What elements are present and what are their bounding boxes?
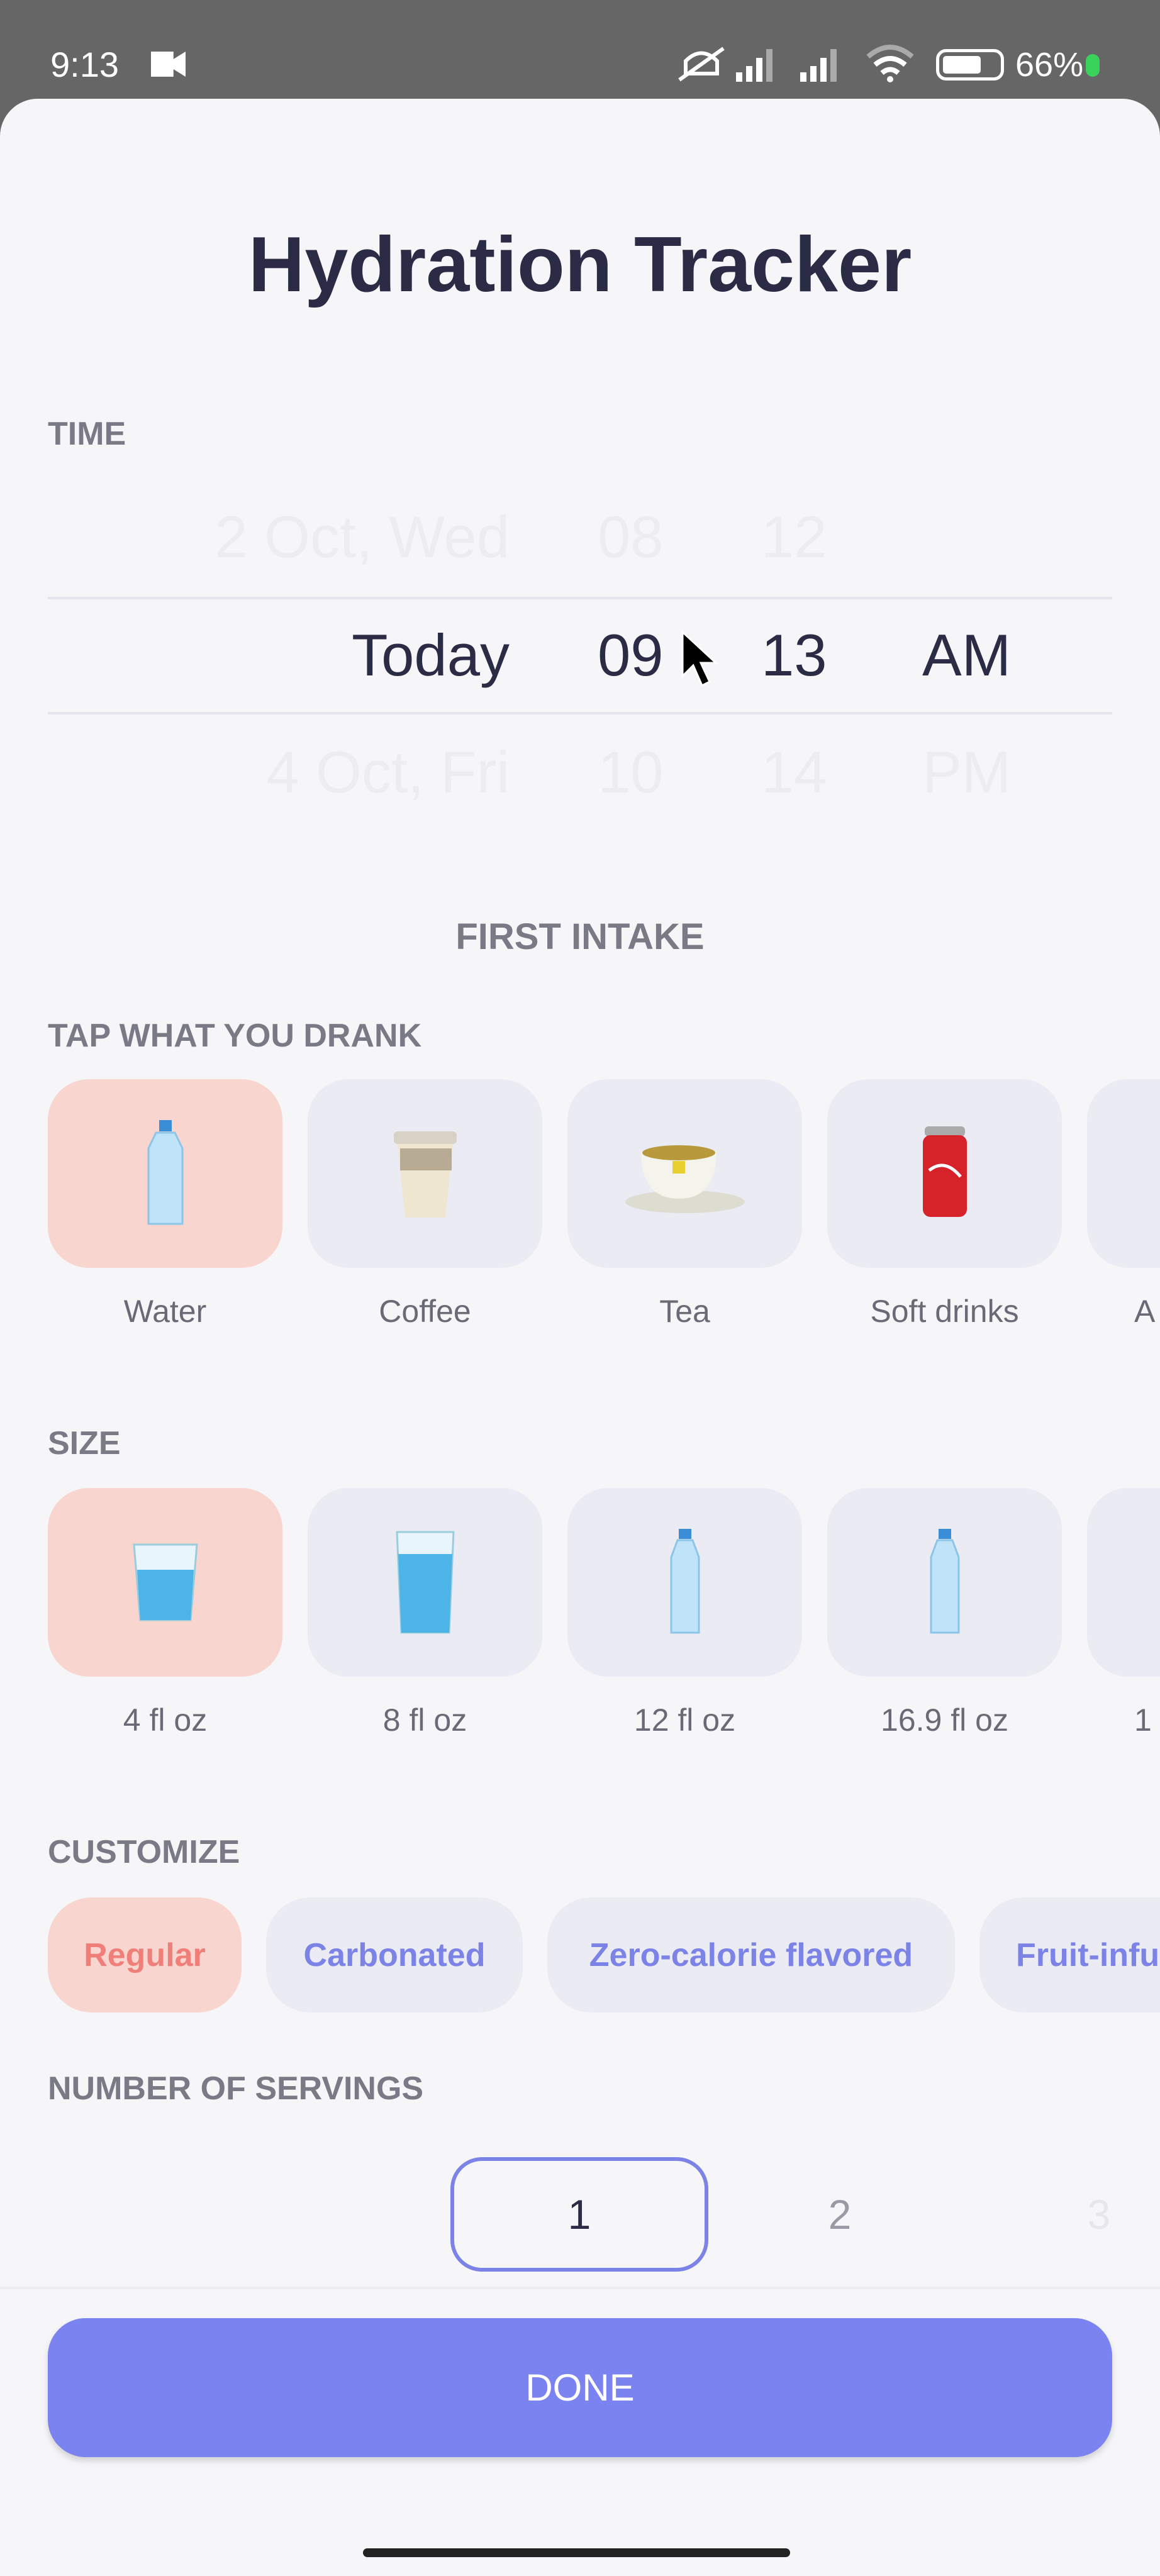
size-item-12oz[interactable]: 12 fl oz <box>567 1488 802 1738</box>
mouse-cursor-icon <box>681 630 718 687</box>
period-selected[interactable]: AM <box>922 621 1011 689</box>
mute-icon <box>678 47 725 82</box>
wifi-icon <box>866 45 914 82</box>
customize-label: CUSTOMIZE <box>48 1834 240 1870</box>
minute-next[interactable]: 14 <box>761 738 827 806</box>
drink-label-text: Water <box>123 1294 207 1329</box>
size-item-16-9oz[interactable]: 16.9 fl oz <box>827 1488 1062 1738</box>
signal-icon <box>736 49 772 82</box>
servings-option[interactable]: 3 <box>1088 2190 1111 2238</box>
video-camera-icon <box>151 52 186 77</box>
drink-label-text: Tea <box>659 1294 710 1329</box>
status-bar: 9:13 66% <box>0 0 1160 99</box>
tall-glass-icon <box>395 1531 455 1634</box>
drink-item-water[interactable]: Water <box>48 1079 282 1330</box>
intake-heading: FIRST INTAKE <box>455 916 705 957</box>
date-next[interactable]: 4 Oct, Fri <box>267 738 510 806</box>
drink-item-tea[interactable]: Tea <box>567 1079 802 1330</box>
customize-chips: Regular Carbonated Zero-calorie flavored… <box>0 1897 1160 2012</box>
minute-selected[interactable]: 13 <box>761 621 827 689</box>
soda-can-icon <box>922 1126 967 1217</box>
hour-selected[interactable]: 09 <box>598 621 664 689</box>
size-label-text: 8 fl oz <box>382 1702 467 1738</box>
size-label: SIZE <box>48 1425 121 1462</box>
servings-picker[interactable]: 1 2 3 <box>0 2151 1160 2277</box>
size-item-4oz[interactable]: 4 fl oz <box>48 1488 282 1738</box>
drink-item-partial[interactable]: A <box>1087 1079 1160 1330</box>
size-label-text: 12 fl oz <box>633 1702 736 1738</box>
coffee-cup-icon <box>393 1131 457 1218</box>
small-glass-icon <box>132 1543 198 1621</box>
size-item-8oz[interactable]: 8 fl oz <box>308 1488 542 1738</box>
water-bottle-icon <box>147 1120 183 1225</box>
signal-icon <box>800 49 837 82</box>
bottle-icon <box>930 1529 959 1634</box>
tea-cup-icon <box>625 1145 745 1213</box>
size-label-text: 4 fl oz <box>123 1702 208 1738</box>
done-button[interactable]: DONE <box>48 2318 1112 2457</box>
drink-item-soft-drinks[interactable]: Soft drinks <box>827 1079 1062 1330</box>
chip-regular[interactable]: Regular <box>48 1897 242 2012</box>
chip-zero-calorie[interactable]: Zero-calorie flavored <box>547 1897 955 2012</box>
drink-label-text: Soft drinks <box>870 1294 1019 1329</box>
date-selected[interactable]: Today <box>352 621 510 689</box>
battery-icon <box>936 49 1004 80</box>
chip-fruit-infused[interactable]: Fruit-infu <box>979 1897 1160 2012</box>
size-label-text: 1 <box>1134 1702 1152 1738</box>
time-label: TIME <box>48 416 126 452</box>
status-time: 9:13 <box>50 45 119 84</box>
drink-label-text: Coffee <box>379 1294 471 1329</box>
privacy-dot-icon <box>1086 54 1100 77</box>
servings-label: NUMBER OF SERVINGS <box>48 2070 424 2107</box>
servings-selected[interactable]: 1 <box>568 2190 591 2238</box>
date-prev[interactable]: 2 Oct, Wed <box>215 503 510 571</box>
picker-divider <box>48 712 1112 714</box>
size-list: 4 fl oz 8 fl oz 12 fl oz 16.9 fl oz 1 <box>48 1488 1160 1752</box>
drink-label-text: A <box>1134 1294 1156 1329</box>
bottle-icon <box>670 1529 700 1634</box>
page-title: Hydration Tracker <box>248 221 912 308</box>
divider <box>0 2287 1160 2289</box>
size-label-text: 16.9 fl oz <box>881 1702 1008 1738</box>
period-next[interactable]: PM <box>922 738 1011 806</box>
battery-percent: 66% <box>1015 46 1084 84</box>
hour-prev[interactable]: 08 <box>598 503 664 571</box>
servings-option[interactable]: 2 <box>828 2190 852 2238</box>
chip-carbonated[interactable]: Carbonated <box>266 1897 523 2012</box>
time-picker[interactable]: 2 Oct, Wed Today 4 Oct, Fri 08 09 10 12 … <box>0 491 1160 818</box>
drink-label: TAP WHAT YOU DRANK <box>48 1018 422 1054</box>
drink-list: Water Coffee Tea Soft drinks A <box>48 1079 1160 1343</box>
hour-next[interactable]: 10 <box>598 738 664 806</box>
minute-prev[interactable]: 12 <box>761 503 827 571</box>
picker-divider <box>48 597 1112 599</box>
drink-item-coffee[interactable]: Coffee <box>308 1079 542 1330</box>
home-indicator[interactable] <box>363 2548 790 2557</box>
size-item-partial[interactable]: 1 <box>1087 1488 1160 1738</box>
